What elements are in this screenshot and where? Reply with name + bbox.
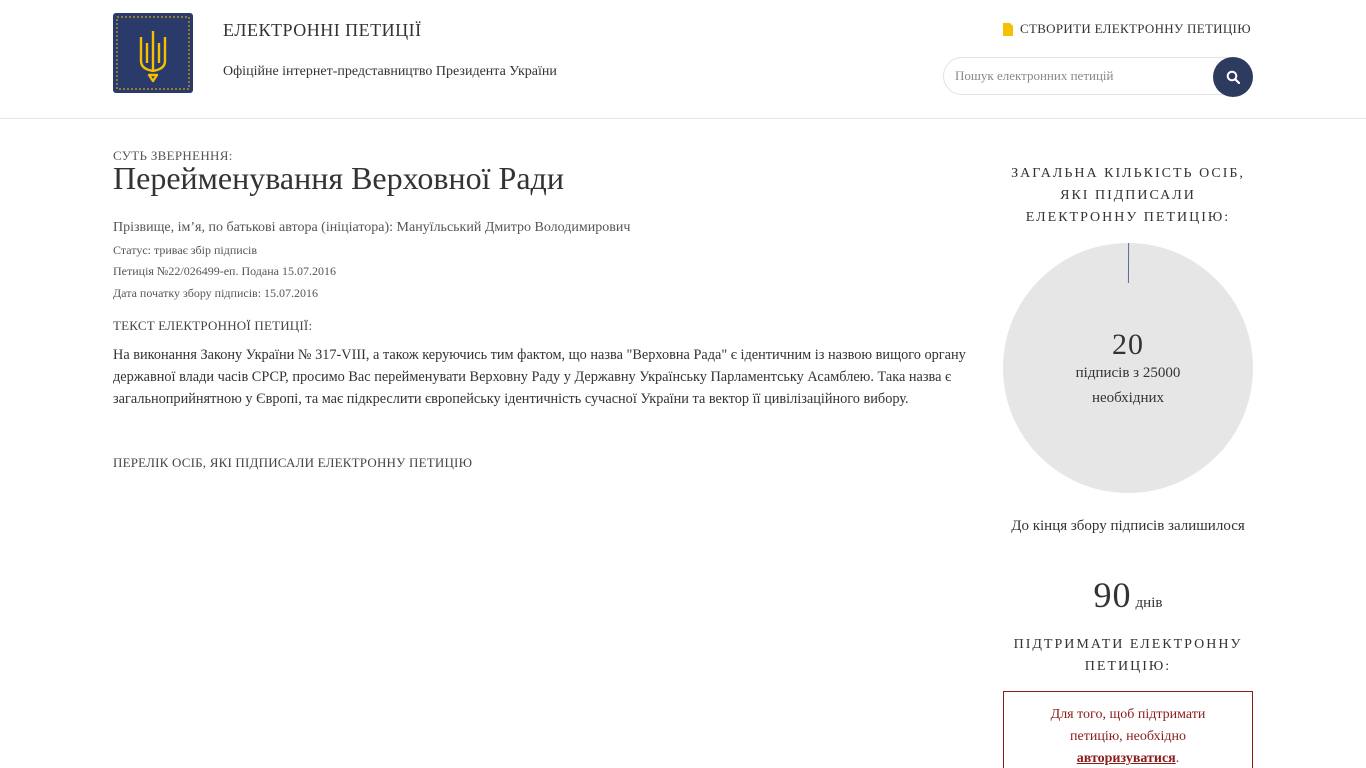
create-petition-link[interactable]: СТВОРИТИ ЕЛЕКТРОННУ ПЕТИЦІЮ <box>1003 21 1251 37</box>
search-button[interactable] <box>1213 57 1253 97</box>
signature-progress-circle: 20 підписів з 25000 необхідних <box>1003 243 1253 493</box>
deadline-text: До кінця збору підписів залишилося <box>1011 518 1245 534</box>
site-logo[interactable] <box>113 13 193 93</box>
site-subtitle: Офіційне інтернет-представництво Президе… <box>223 64 557 79</box>
petition-text: На виконання Закону України № 317-VIII, … <box>113 347 966 407</box>
auth-link[interactable]: авторизуватися <box>1077 751 1176 766</box>
create-petition-label: СТВОРИТИ ЕЛЕКТРОННУ ПЕТИЦІЮ <box>1020 21 1251 36</box>
petition-title: Перейменування Верховної Ради <box>113 160 564 196</box>
auth-text: Для того, щоб підтримати петицію, необхі… <box>1050 707 1206 744</box>
petition-start-date: Дата початку збору підписів: 15.07.2016 <box>113 286 319 300</box>
search-icon <box>1226 70 1240 84</box>
search-input[interactable] <box>943 57 1243 95</box>
document-icon <box>1003 22 1013 36</box>
petition-text-label: ТЕКСТ ЕЛЕКТРОННОЇ ПЕТИЦІЇ: <box>113 318 313 333</box>
site-title[interactable]: ЕЛЕКТРОННІ ПЕТИЦІЇ <box>223 20 422 41</box>
site-header: ЕЛЕКТРОННІ ПЕТИЦІЇ Офіційне інтернет-пре… <box>0 0 1366 119</box>
auth-text-end: . <box>1175 751 1180 766</box>
days-remaining: 90 днів <box>1003 574 1253 616</box>
petition-status: Статус: триває збір підписів <box>113 243 258 257</box>
signature-count-heading: ЗАГАЛЬНА КІЛЬКІСТЬ ОСІБ, ЯКІ ПІДПИСАЛИ Е… <box>1011 166 1245 225</box>
days-number: 90 <box>1093 575 1132 615</box>
petition-number: Петиція №22/026499-еп. Подана 15.07.2016 <box>113 264 336 278</box>
days-label: днів <box>1135 595 1163 611</box>
petition-author: Прізвище, ім’я, по батькові автора (ініц… <box>113 220 631 235</box>
signers-list-link[interactable]: ПЕРЕЛІК ОСІБ, ЯКІ ПІДПИСАЛИ ЕЛЕКТРОННУ П… <box>113 455 472 471</box>
support-heading: ПІДТРИМАТИ ЕЛЕКТРОННУ ПЕТИЦІЮ: <box>1013 637 1243 674</box>
search-box <box>943 57 1253 97</box>
auth-notice: Для того, щоб підтримати петицію, необхі… <box>1003 691 1253 768</box>
trident-emblem-icon <box>116 16 190 90</box>
signature-count-label: підписів з 25000 необхідних <box>1075 365 1181 406</box>
signature-count: 20 <box>1112 328 1144 361</box>
